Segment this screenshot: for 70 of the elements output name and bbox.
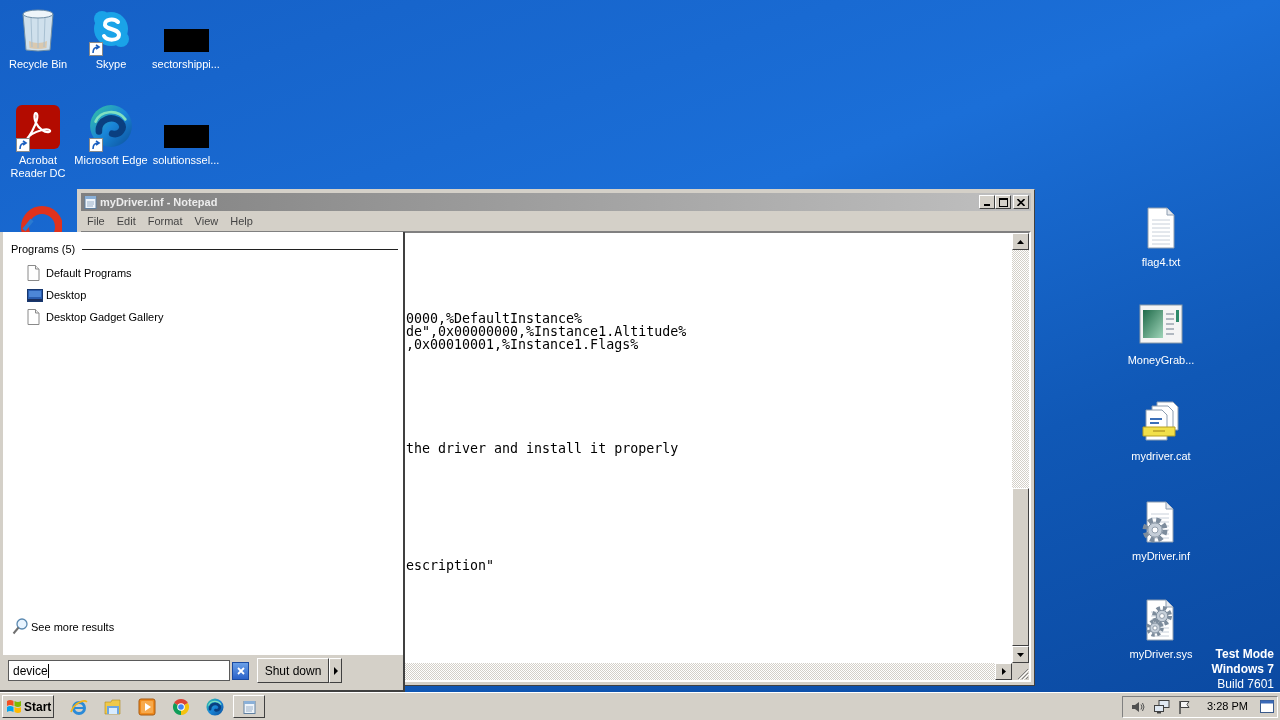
windows-logo-icon [6,699,22,714]
notepad-icon [242,699,256,714]
shutdown-options-button[interactable] [329,658,342,683]
network-icon[interactable] [1154,699,1170,714]
menu-item[interactable]: Edit [110,214,142,228]
desktop-shortcut[interactable]: Microsoft Edge [73,104,149,167]
desktop-shortcut[interactable]: Recycle Bin [0,8,76,71]
menu-item[interactable]: Help [224,214,259,228]
desktop-shortcut[interactable]: MoneyGrab... [1123,304,1199,367]
document-icon [27,309,40,325]
desktop-shortcut[interactable]: Skype [73,8,149,71]
up-arrow-icon [1017,239,1024,244]
clock: 3:28 PM [1207,700,1248,713]
flag-icon[interactable] [1178,699,1191,714]
start-button[interactable]: Start [2,695,54,718]
desktop-shortcut[interactable]: myDriver.sys [1123,598,1199,661]
app-window-icon [1139,304,1183,344]
text-line: escription" [406,559,495,572]
menu-item[interactable]: File [81,214,111,228]
search-icon [12,618,28,635]
desktop-shortcut[interactable]: Acrobat Reader DC [0,104,76,180]
menu-item[interactable]: Format [141,214,189,228]
edge-icon [89,104,133,148]
resize-grip-icon[interactable] [1017,668,1029,680]
right-arrow-icon [333,666,338,675]
media-player-icon[interactable] [138,697,156,716]
right-arrow-icon [1001,668,1006,675]
desktop-shortcut[interactable]: flag4.txt [1123,206,1199,269]
monitor-icon [27,288,43,302]
scroll-right-button[interactable] [995,663,1012,680]
desktop-shortcut[interactable]: myDriver.inf [1123,500,1199,563]
chrome-icon[interactable] [172,697,190,716]
notepad-icon [84,195,97,209]
taskbar-window-button[interactable] [233,695,265,718]
notice-text: Windows 7 [1211,662,1274,677]
window-title: myDriver.inf - Notepad [100,195,218,209]
text-line: 0000,%DefaultInstance% [406,312,583,325]
scroll-down-button[interactable] [1012,646,1029,663]
redacted-icon [163,125,209,148]
minimize-button[interactable] [979,195,995,209]
desktop-shortcut[interactable]: sectorshippi... [148,8,224,71]
document-icon [27,265,40,281]
scroll-up-button[interactable] [1012,233,1029,250]
text-line: ,0x00010001,%Instance1.Flags% [406,338,639,351]
close-button[interactable] [1013,195,1029,209]
text-cursor-icon [47,663,49,678]
desktop-shortcut[interactable]: solutionssel... [148,104,224,167]
notice-text: Build 7601 [1217,677,1274,692]
desktop-shortcut[interactable]: mydriver.cat [1123,400,1199,463]
notice-text: Test Mode [1215,647,1274,662]
maximize-button[interactable] [995,195,1011,209]
menu-item[interactable]: View [188,214,225,228]
redacted-icon [163,29,209,52]
text-line: the driver and install it properly [406,442,679,455]
down-arrow-icon [1017,652,1024,657]
close-icon [1017,198,1025,206]
search-field[interactable]: device [8,660,230,681]
window-icon[interactable] [1260,700,1274,713]
section-header: Programs (5) [11,243,76,256]
acrobat-icon [15,104,61,150]
speaker-icon[interactable] [1131,699,1145,714]
clear-search-button[interactable] [232,661,249,680]
recycle-bin-icon [20,8,56,52]
clear-icon [236,666,245,675]
scrollbar-thumb[interactable] [1012,488,1029,646]
catalog-file-icon [1141,400,1181,444]
shutdown-button[interactable]: Shut down [257,658,329,683]
maximize-icon [998,197,1008,207]
edge-icon[interactable] [206,697,224,716]
text-line: de",0x00000000,%Instance1.Altitude% [406,325,687,338]
